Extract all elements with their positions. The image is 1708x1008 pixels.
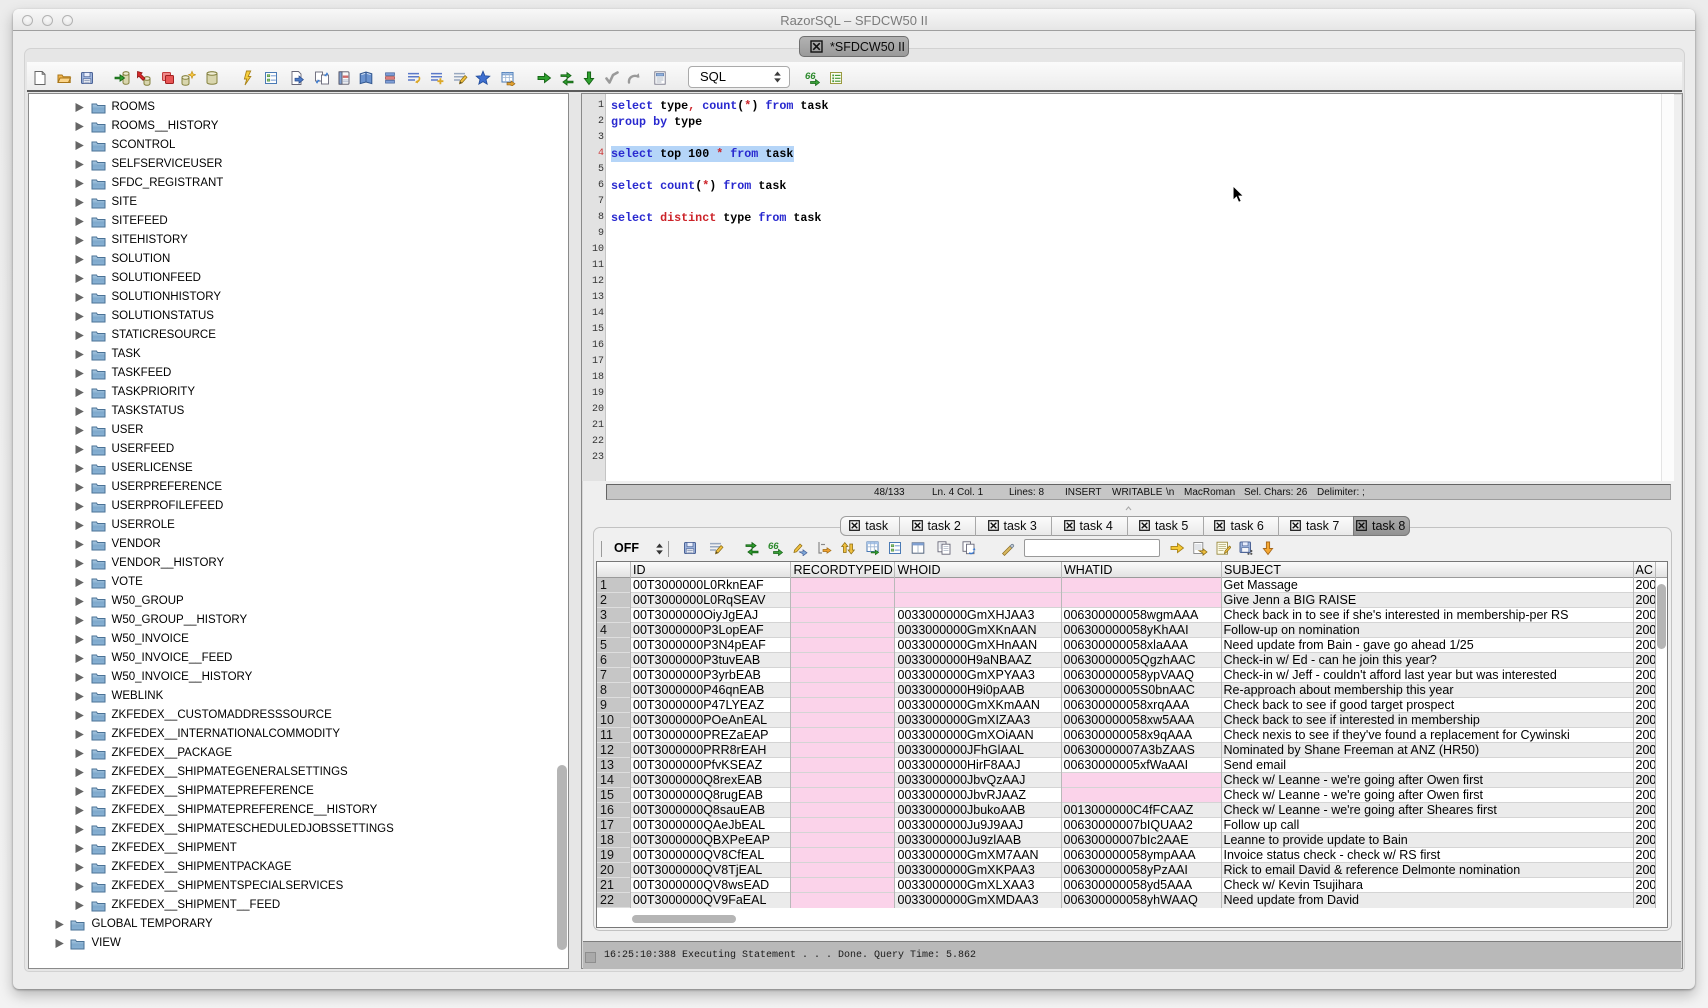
- svg-text:66: 66: [805, 71, 816, 82]
- svg-text:66: 66: [768, 541, 779, 552]
